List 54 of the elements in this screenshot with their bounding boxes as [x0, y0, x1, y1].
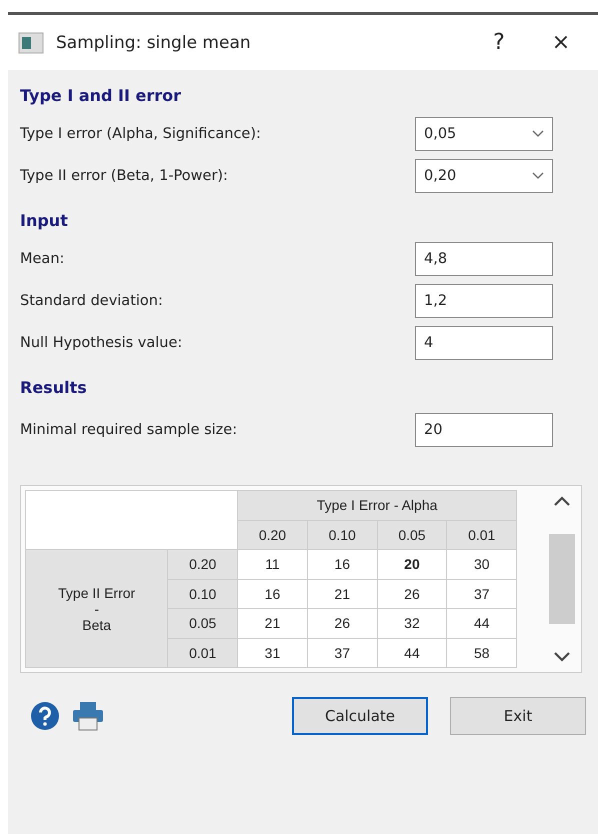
dropdown-field[interactable]: 0,05 — [415, 117, 553, 151]
section-heading: Input — [20, 211, 69, 230]
calculate-button[interactable]: Calculate — [292, 697, 428, 735]
window-title: Sampling: single mean — [56, 32, 252, 52]
help-button[interactable]: ? — [474, 30, 524, 55]
field-label: Type I error (Alpha, Significance): — [20, 126, 261, 142]
chevron-down-icon — [532, 130, 544, 138]
row-header: 0.10 — [168, 579, 238, 608]
table-cell: 21 — [307, 579, 378, 608]
row-header: 0.05 — [168, 608, 238, 638]
column-header: 0.01 — [446, 520, 517, 550]
field-label: Minimal required sample size: — [20, 422, 238, 438]
field-label: Standard deviation: — [20, 293, 163, 309]
section-heading: Results — [20, 378, 88, 397]
chevron-down-icon — [532, 172, 544, 180]
table-cell: 26 — [307, 608, 378, 638]
column-header: 0.10 — [307, 520, 378, 550]
table-cell: 30 — [446, 550, 517, 579]
table-cell: 31 — [238, 638, 308, 668]
row-header: Type II Error - Beta — [26, 550, 168, 668]
row-header: 0.20 — [168, 550, 238, 579]
chevron-up-icon[interactable] — [554, 496, 570, 506]
input-field[interactable]: 1,2 — [415, 284, 553, 318]
table-cell: 16 — [238, 579, 308, 608]
field-label: Mean: — [20, 251, 64, 267]
table-cell: 21 — [238, 608, 308, 638]
scrollbar-thumb[interactable] — [549, 534, 576, 624]
table-cell: 37 — [307, 638, 378, 668]
table-cell: 11 — [238, 550, 308, 579]
input-field[interactable]: 20 — [415, 413, 553, 447]
field-label: Null Hypothesis value: — [20, 335, 182, 351]
table-cell: 58 — [446, 638, 517, 668]
column-header: 0.20 — [238, 520, 308, 550]
close-button[interactable]: × — [536, 30, 586, 55]
exit-button[interactable]: Exit — [450, 697, 586, 735]
table-cell: 16 — [307, 550, 378, 579]
table-cell: 44 — [377, 638, 447, 668]
table-cell: 20 — [377, 550, 447, 579]
column-header: 0.05 — [377, 520, 447, 550]
column-header: Type I Error - Alpha — [238, 490, 517, 520]
input-field[interactable]: 4 — [415, 326, 553, 360]
field-label: Type II error (Beta, 1-Power): — [20, 168, 228, 184]
input-field[interactable]: 4,8 — [415, 242, 553, 276]
app-icon — [18, 32, 44, 54]
table-cell: 26 — [377, 579, 447, 608]
dropdown-field[interactable]: 0,20 — [415, 159, 553, 193]
row-header: 0.01 — [168, 638, 238, 668]
section-heading: Type I and II error — [20, 86, 182, 105]
table-cell: 37 — [446, 579, 517, 608]
chevron-down-icon[interactable] — [554, 652, 570, 662]
table-cell: 32 — [377, 608, 447, 638]
help-icon[interactable] — [30, 701, 60, 731]
table-cell: 44 — [446, 608, 517, 638]
printer-icon[interactable] — [72, 701, 104, 731]
